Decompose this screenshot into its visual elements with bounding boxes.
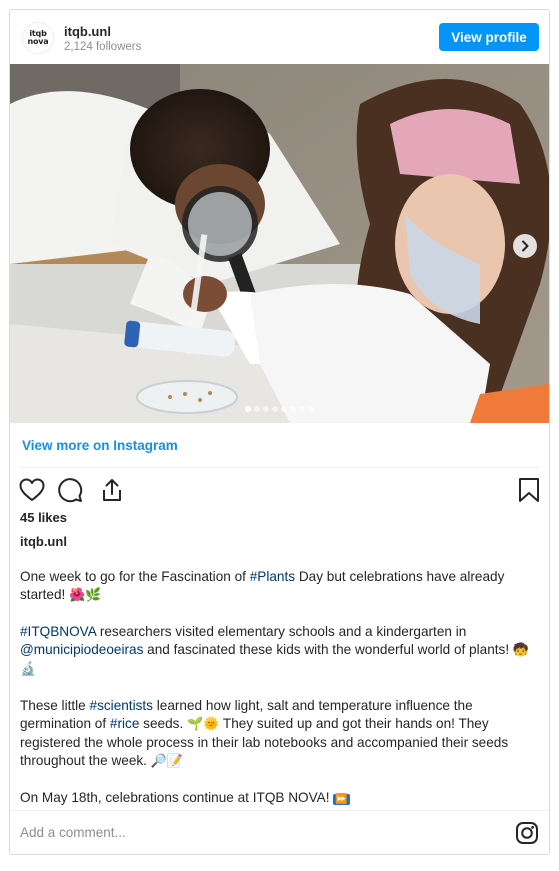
carousel-dot — [263, 406, 269, 412]
comment-button[interactable] — [56, 476, 84, 504]
bookmark-icon — [519, 478, 539, 502]
instagram-icon[interactable] — [515, 821, 539, 845]
chevron-right-icon — [522, 240, 529, 252]
carousel-next-button[interactable] — [513, 234, 537, 258]
caption-paragraph: #ITQBNOVA researchers visited elementary… — [20, 623, 540, 679]
save-button[interactable] — [515, 476, 543, 504]
carousel-dot — [308, 406, 314, 412]
post-caption: One week to go for the Fascination of #P… — [20, 568, 540, 827]
action-bar — [18, 476, 543, 504]
hashtag-link[interactable]: #ITQBNOVA — [20, 624, 96, 639]
hashtag-link[interactable]: #rice — [110, 716, 139, 731]
avatar-text-bottom: nova — [27, 37, 49, 46]
post-photo-illustration — [10, 64, 549, 423]
post-image[interactable] — [10, 64, 549, 423]
caption-paragraph: These little #scientists learned how lig… — [20, 697, 540, 771]
carousel-dot — [254, 406, 260, 412]
caption-text: These little — [20, 698, 90, 713]
caption-text: seeds. — [139, 716, 187, 731]
share-icon — [103, 479, 121, 501]
caption-text: On May 18th, celebrations continue at IT… — [20, 790, 334, 805]
comment-icon — [58, 478, 83, 503]
heart-icon — [19, 478, 45, 501]
carousel-dot — [281, 406, 287, 412]
carousel-dot — [272, 406, 278, 412]
profile-username[interactable]: itqb.unl — [64, 24, 111, 39]
instagram-embed-card: itqb nova itqb.unl 2,124 followers View … — [9, 9, 550, 855]
seedling-sun-emoji: 🌱🌞 — [187, 717, 220, 732]
like-count[interactable]: 45 likes — [20, 510, 67, 525]
follower-count: 2,124 followers — [64, 41, 142, 53]
carousel-indicator — [10, 406, 549, 412]
fast-forward-emoji: ⏩ — [333, 794, 350, 805]
add-comment-input[interactable]: Add a comment... — [20, 825, 126, 840]
caption-username[interactable]: itqb.unl — [20, 534, 67, 549]
caption-text: One week to go for the Fascination of — [20, 569, 250, 584]
caption-text: researchers visited elementary schools a… — [96, 624, 467, 639]
comment-bar: Add a comment... — [10, 810, 549, 854]
mention-link[interactable]: @municipiodeoeiras — [20, 642, 143, 657]
hashtag-link[interactable]: #scientists — [90, 698, 153, 713]
hashtag-link[interactable]: #Plants — [250, 569, 295, 584]
carousel-dot — [245, 406, 251, 412]
carousel-dot — [290, 406, 296, 412]
view-more-link[interactable]: View more on Instagram — [22, 438, 178, 453]
divider — [20, 467, 539, 468]
caption-paragraph: On May 18th, celebrations continue at IT… — [20, 789, 540, 809]
share-button[interactable] — [98, 476, 126, 504]
avatar[interactable]: itqb nova — [22, 22, 54, 54]
view-profile-button[interactable]: View profile — [439, 23, 539, 51]
caption-text: and fascinated these kids with the wonde… — [143, 642, 513, 657]
like-button[interactable] — [18, 476, 46, 504]
post-header: itqb nova itqb.unl 2,124 followers View … — [10, 10, 549, 64]
caption-paragraph: One week to go for the Fascination of #P… — [20, 568, 540, 605]
carousel-dot — [299, 406, 305, 412]
magnifier-memo-emoji: 🔎📝 — [150, 754, 184, 769]
flower-leaf-emoji: 🌺🌿 — [69, 588, 102, 603]
